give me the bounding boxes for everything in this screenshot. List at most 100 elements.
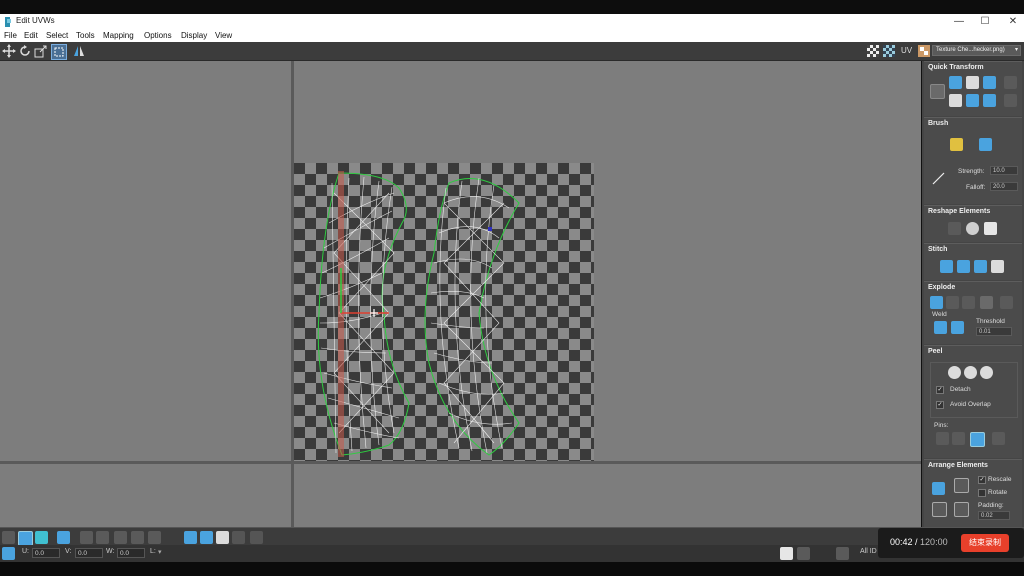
menu-file[interactable]: File: [4, 31, 17, 40]
move-icon[interactable]: [2, 44, 16, 58]
select-pins-icon[interactable]: [992, 432, 1005, 445]
polygon-mode-icon[interactable]: [35, 531, 48, 544]
align-center-icon[interactable]: [949, 94, 962, 107]
weld-selected-icon[interactable]: [934, 321, 947, 334]
checker-map-icon[interactable]: [882, 44, 896, 58]
space-horizontal-icon[interactable]: [1004, 76, 1017, 89]
detach-checkbox[interactable]: ✓: [936, 386, 944, 394]
align-vertical-icon[interactable]: [966, 76, 979, 89]
padding-spinner[interactable]: 0.02: [978, 511, 1010, 520]
section-title-quick-transform[interactable]: Quick Transform: [928, 64, 984, 71]
section-title-arrange-elements[interactable]: Arrange Elements: [928, 462, 988, 469]
w-field[interactable]: 0.0: [117, 548, 145, 558]
ring-selection-icon[interactable]: [114, 531, 127, 544]
menu-view[interactable]: View: [215, 31, 232, 40]
auto-pin-icon[interactable]: [970, 432, 985, 447]
element-mode-icon[interactable]: [57, 531, 70, 544]
pin-icon[interactable]: [936, 432, 949, 445]
section-title-peel[interactable]: Peel: [928, 348, 942, 355]
align-horizontal-icon[interactable]: [949, 76, 962, 89]
rotate-cw-icon[interactable]: [983, 94, 996, 107]
explode-options-icon[interactable]: [1000, 296, 1013, 309]
grow-selection-icon[interactable]: [80, 531, 93, 544]
stitch-target-icon[interactable]: [957, 260, 970, 273]
freeform-icon[interactable]: [51, 44, 67, 60]
menu-display[interactable]: Display: [181, 31, 207, 40]
quick-peel-icon[interactable]: [948, 366, 961, 379]
absolute-mode-icon[interactable]: [2, 547, 15, 560]
align-pivot-icon[interactable]: [966, 94, 979, 107]
scale-icon[interactable]: [34, 44, 48, 58]
menu-select[interactable]: Select: [46, 31, 68, 40]
stitch-average-icon[interactable]: [974, 260, 987, 273]
freeze-icon[interactable]: [836, 547, 849, 560]
checker-toggle-icon[interactable]: [866, 44, 880, 58]
detach-edge-icon[interactable]: [946, 296, 959, 309]
weld-target-icon[interactable]: [951, 321, 964, 334]
mirror-icon[interactable]: [72, 44, 86, 58]
unpin-icon[interactable]: [952, 432, 965, 445]
avoid-overlap-checkbox[interactable]: ✓: [936, 401, 944, 409]
strength-spinner[interactable]: 10.0: [990, 166, 1018, 175]
paint-select-icon[interactable]: [216, 531, 229, 544]
stop-recording-button[interactable]: 结束录制: [961, 534, 1009, 552]
close-button[interactable]: ✕: [1002, 15, 1024, 29]
relax-brush-icon[interactable]: [979, 138, 992, 151]
stitch-custom-icon[interactable]: [991, 260, 1004, 273]
falloff-spinner[interactable]: 20.0: [990, 182, 1018, 191]
uv-checker-canvas[interactable]: [294, 163, 594, 461]
peel-mode-icon[interactable]: [964, 366, 977, 379]
loop-grow-icon[interactable]: [148, 531, 161, 544]
sphere-unwrap-icon[interactable]: [984, 222, 997, 235]
menu-edit[interactable]: Edit: [24, 31, 38, 40]
rescale-checkbox[interactable]: ✓: [978, 476, 986, 484]
shrink-selection-icon[interactable]: [96, 531, 109, 544]
texture-dropdown[interactable]: Texture Che...hecker.png) ▾: [932, 45, 1021, 56]
paint-brush-icon[interactable]: [950, 138, 963, 151]
menu-tools[interactable]: Tools: [76, 31, 95, 40]
minimize-button[interactable]: —: [948, 15, 970, 29]
straighten-icon[interactable]: [948, 222, 961, 235]
rotate-icon[interactable]: [18, 44, 32, 58]
pack-normalize-icon[interactable]: [932, 482, 945, 495]
break-icon[interactable]: [930, 296, 943, 309]
hide-icon[interactable]: [797, 547, 810, 560]
lock-icon[interactable]: [780, 547, 793, 560]
loop-selection-icon[interactable]: [131, 531, 144, 544]
reset-peel-icon[interactable]: [980, 366, 993, 379]
uv-viewport[interactable]: [0, 61, 921, 527]
threshold-spinner[interactable]: 0.01: [976, 327, 1012, 336]
maximize-button[interactable]: ☐: [974, 15, 996, 29]
edge-mode-icon[interactable]: [18, 531, 33, 546]
texture-icon[interactable]: [917, 44, 931, 58]
rotate-ccw-icon[interactable]: [983, 76, 996, 89]
section-title-reshape-elements[interactable]: Reshape Elements: [928, 208, 990, 215]
section-title-brush[interactable]: Brush: [928, 120, 948, 127]
selected-seam-edge[interactable]: [338, 171, 344, 457]
relax-icon[interactable]: [966, 222, 979, 235]
all-ids-label[interactable]: All ID: [860, 548, 877, 555]
v-field[interactable]: 0.0: [75, 548, 103, 558]
brush-falloff-icon[interactable]: [932, 172, 945, 185]
flatten-icon[interactable]: [980, 296, 993, 309]
soft-select-icon[interactable]: [232, 531, 245, 544]
pivot-icon[interactable]: [930, 84, 945, 99]
pack-region-icon[interactable]: [954, 502, 969, 517]
rotate-checkbox[interactable]: [978, 489, 986, 497]
uv-vertex-top[interactable]: [488, 227, 492, 231]
u-field[interactable]: 0.0: [32, 548, 60, 558]
select-by-element-icon[interactable]: [184, 531, 197, 544]
pack-custom-icon[interactable]: [932, 502, 947, 517]
pack-together-icon[interactable]: [954, 478, 969, 493]
select-by-uv-icon[interactable]: [200, 531, 213, 544]
section-title-stitch[interactable]: Stitch: [928, 246, 947, 253]
section-title-explode[interactable]: Explode: [928, 284, 955, 291]
vertex-mode-icon[interactable]: [2, 531, 15, 544]
settings-icon[interactable]: [250, 531, 263, 544]
explode-mode-icon[interactable]: [962, 296, 975, 309]
stitch-source-icon[interactable]: [940, 260, 953, 273]
menu-mapping[interactable]: Mapping: [103, 31, 134, 40]
l-dropdown-icon[interactable]: ▾: [158, 548, 162, 556]
menu-options[interactable]: Options: [144, 31, 172, 40]
space-vertical-icon[interactable]: [1004, 94, 1017, 107]
